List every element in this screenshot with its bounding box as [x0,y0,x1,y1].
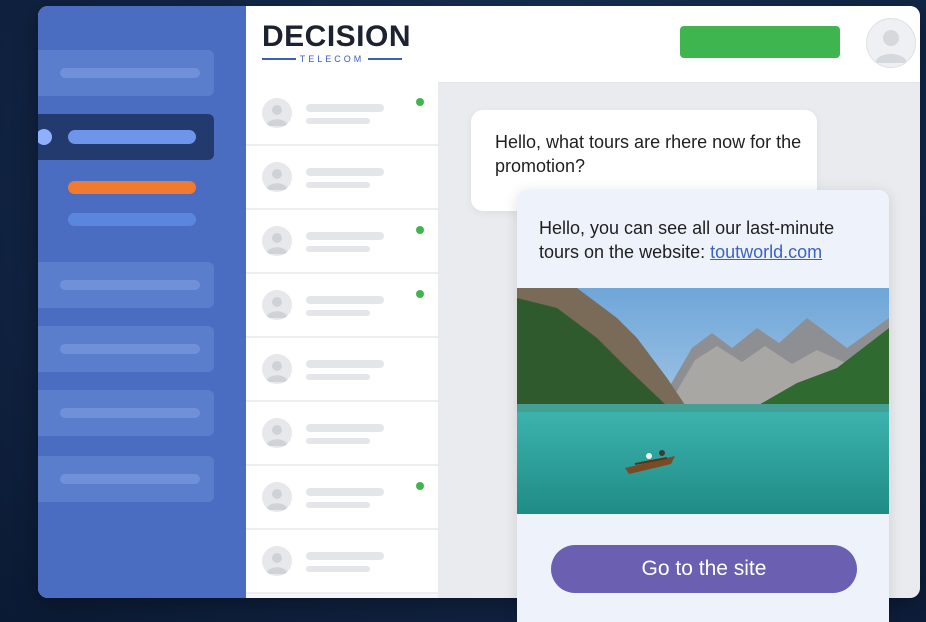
contact-avatar-icon [262,290,292,320]
contact-list [246,82,438,598]
contact-avatar-icon [262,354,292,384]
header-action-button[interactable] [680,26,840,58]
sidebar-item-label-placeholder [60,280,200,290]
contact-preview-placeholder [306,438,370,444]
submenu-item[interactable] [68,213,196,226]
contact-name-placeholder [306,168,384,176]
header-bar: DECISION TELECOM [246,6,920,83]
contact-name-placeholder [306,552,384,560]
online-status-icon [416,482,424,490]
contact-name-placeholder [306,488,384,496]
contact-avatar-icon [262,98,292,128]
sidebar-item-label-placeholder [60,474,200,484]
sidebar-item-label-placeholder [68,130,196,144]
contact-preview-placeholder [306,374,370,380]
sidebar-item[interactable] [38,50,214,96]
user-avatar-icon[interactable] [866,18,916,68]
go-to-site-button[interactable]: Go to the site [551,545,857,593]
brand-subname: TELECOM [299,54,365,64]
online-status-icon [416,290,424,298]
contact-avatar-icon [262,546,292,576]
contact-name-placeholder [306,360,384,368]
contact-row[interactable] [246,82,438,146]
contact-preview-placeholder [306,502,370,508]
sidebar-item-active[interactable] [38,114,214,160]
sidebar-item-label-placeholder [60,68,200,78]
mountain-lake-photo [517,288,889,514]
logo-line [368,58,403,60]
contact-preview-placeholder [306,182,370,188]
contact-avatar-icon [262,418,292,448]
sidebar-item-dot-icon [38,129,52,145]
contact-preview-placeholder [306,118,370,124]
contact-avatar-icon [262,482,292,512]
sidebar-item[interactable] [38,390,214,436]
sidebar [38,6,246,598]
sidebar-item[interactable] [38,456,214,502]
sidebar-item-label-placeholder [60,344,200,354]
contact-row[interactable] [246,338,438,402]
contact-avatar-icon [262,226,292,256]
reply-message-text: Hello, you can see all our last-minute t… [539,216,879,264]
website-link[interactable]: toutworld.com [710,242,822,262]
brand-sub: TELECOM [262,54,403,64]
contact-preview-placeholder [306,310,370,316]
contact-row[interactable] [246,210,438,274]
online-status-icon [416,226,424,234]
contact-preview-placeholder [306,566,370,572]
contact-row[interactable] [246,146,438,210]
sidebar-item[interactable] [38,326,214,372]
sidebar-item[interactable] [38,262,214,308]
contact-preview-placeholder [306,246,370,252]
contact-row[interactable] [246,274,438,338]
contact-name-placeholder [306,424,384,432]
brand-logo: DECISION TELECOM [262,20,412,64]
reply-message-card: Hello, you can see all our last-minute t… [517,190,889,622]
contact-name-placeholder [306,104,384,112]
submenu-item-active[interactable] [68,181,196,194]
contact-row[interactable] [246,466,438,530]
online-status-icon [416,98,424,106]
contact-name-placeholder [306,232,384,240]
sidebar-item-label-placeholder [60,408,200,418]
contact-row[interactable] [246,530,438,594]
contact-row[interactable] [246,402,438,466]
contact-name-placeholder [306,296,384,304]
incoming-message-text: Hello, what tours are rhere now for the … [495,132,802,176]
logo-line [262,58,296,60]
contact-avatar-icon [262,162,292,192]
brand-name: DECISION [262,20,412,53]
